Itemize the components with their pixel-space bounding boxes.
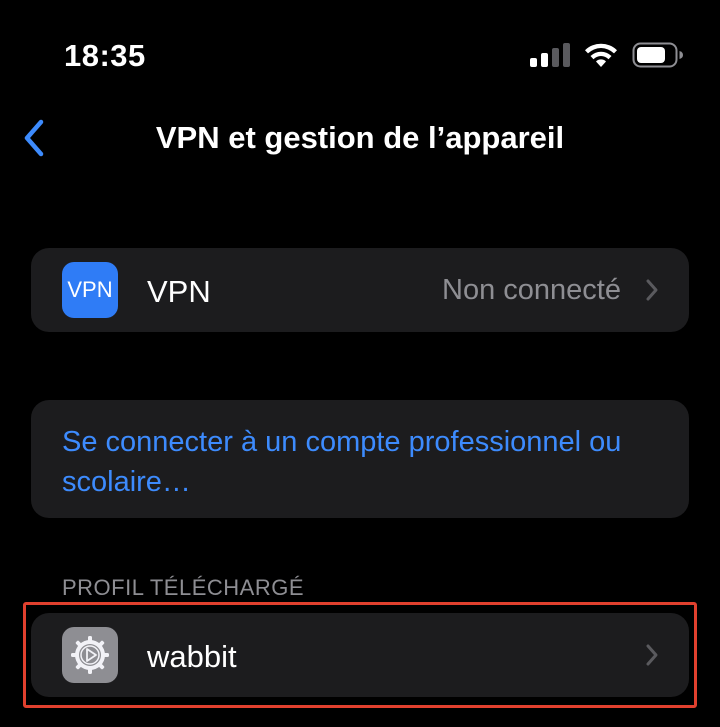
settings-screen: 18:35 VPN et gestion de l’appareil VPN V… [0,0,720,727]
profile-row-label: wabbit [147,639,237,674]
vpn-badge-text: VPN [67,277,113,302]
status-time: 18:35 [64,38,146,73]
vpn-row[interactable]: VPN VPN Non connecté [31,248,689,332]
vpn-status-value: Non connecté [442,274,621,306]
section-header-downloaded-profile: PROFIL TÉLÉCHARGÉ [62,575,305,600]
status-icons [530,42,684,68]
chevron-right-icon [646,279,658,301]
page-title: VPN et gestion de l’appareil [155,120,565,155]
battery-icon [632,42,683,68]
sign-in-work-account-row[interactable]: Se connecter à un compte professionnel o… [31,400,689,518]
cellular-signal-icon [530,43,570,67]
sign-in-work-account-link[interactable]: Se connecter à un compte professionnel o… [62,422,662,502]
vpn-app-icon: VPN [62,262,118,318]
profile-row-wabbit[interactable]: wabbit [31,613,689,697]
wifi-icon [585,43,617,67]
chevron-right-icon [646,644,658,666]
settings-gear-icon [62,627,118,683]
vpn-row-label: VPN [147,274,211,309]
